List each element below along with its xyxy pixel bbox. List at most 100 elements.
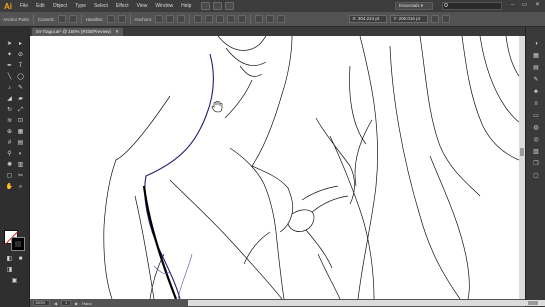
handles-label: Handles: <box>85 16 104 22</box>
stroke-icon[interactable]: ≡ <box>531 99 541 108</box>
help-search-input[interactable] <box>442 2 502 10</box>
shape-button[interactable] <box>266 15 275 23</box>
draw-mode-icon[interactable]: ◧ <box>5 255 14 263</box>
mesh-icon[interactable]: # <box>5 139 14 147</box>
sync-icon[interactable] <box>225 2 235 10</box>
artboard-number-field[interactable]: 1 <box>61 300 72 306</box>
maximize-button[interactable]: ▭ <box>520 2 529 9</box>
menu-window[interactable]: Window <box>151 3 177 9</box>
zoom-icon[interactable]: ⌕ <box>16 183 25 191</box>
symbols-icon[interactable]: ♣ <box>531 87 541 96</box>
lasso-icon[interactable]: ⊘ <box>16 51 25 59</box>
menu-type[interactable]: Type <box>71 3 90 9</box>
slice-icon[interactable]: ✂ <box>16 172 25 180</box>
screen-mode-icon[interactable]: ▣ <box>10 277 19 285</box>
swatches-icon[interactable]: ▤ <box>531 63 541 72</box>
menu-select[interactable]: Select <box>90 3 112 9</box>
bridge-icons <box>201 2 235 10</box>
type-icon[interactable]: T <box>16 62 25 70</box>
menu-effect[interactable]: Effect <box>112 3 133 9</box>
cut-path-button[interactable] <box>177 15 186 23</box>
horizontal-scrollbar[interactable] <box>188 300 545 306</box>
line-segment-icon[interactable]: ╲ <box>5 73 14 81</box>
perspective-grid-icon[interactable]: ▦ <box>16 128 25 136</box>
stroke-color-swatch[interactable] <box>11 237 25 251</box>
convert-to-corner-button[interactable] <box>57 15 66 23</box>
reference-point-button[interactable] <box>431 15 440 23</box>
draw-behind-icon[interactable]: ◨ <box>5 266 14 274</box>
selection-arrow-icon[interactable]: ➤ <box>5 40 14 48</box>
free-transform-icon[interactable]: ⊡ <box>16 117 25 125</box>
menu-edit[interactable]: Edit <box>32 3 49 9</box>
isolate-button[interactable] <box>194 15 203 23</box>
transform-button[interactable] <box>255 15 264 23</box>
shape-builder-icon[interactable]: ⊕ <box>5 128 14 136</box>
symbol-sprayer-icon[interactable]: ✺ <box>5 161 14 169</box>
blend-icon[interactable]: ◐ <box>16 150 25 158</box>
minimize-button[interactable]: – <box>508 2 517 9</box>
document-tab[interactable]: 04-Tiagui.ai* @ 150% (RGB/Preview) ✕ <box>32 28 123 36</box>
gradient-icon[interactable]: ▤ <box>16 139 25 147</box>
arrange-documents-icon[interactable] <box>213 2 223 10</box>
graphic-styles-icon[interactable]: ▧ <box>531 147 541 156</box>
align-center-button[interactable] <box>227 15 236 23</box>
artboard-prev-icon[interactable]: ◀ <box>54 301 57 306</box>
convert-to-smooth-button[interactable] <box>68 15 77 23</box>
status-bar: 150% ◀ 1 ▶ Hand <box>30 299 545 307</box>
align-button[interactable] <box>205 15 214 23</box>
pen-icon[interactable]: ✒ <box>5 62 14 70</box>
vertical-scroll-thumb[interactable] <box>520 148 524 156</box>
close-window-button[interactable]: ✕ <box>533 2 542 9</box>
artboard-canvas[interactable] <box>30 36 519 299</box>
scale-icon[interactable]: ⤢ <box>16 106 25 114</box>
artboard-next-icon[interactable]: ▶ <box>75 301 78 306</box>
blob-brush-icon[interactable]: ◢ <box>5 95 14 103</box>
show-handles-button[interactable] <box>106 15 115 23</box>
status-tool-label: Hand <box>82 300 92 306</box>
divider <box>189 14 191 24</box>
bridge-icon[interactable] <box>201 2 211 10</box>
x-coordinate-field[interactable]: X: 304.224 pt <box>349 15 388 23</box>
paintbrush-icon[interactable]: ♪ <box>5 84 14 92</box>
color-mode-icon[interactable]: ■ <box>16 255 25 263</box>
horizontal-scroll-thumb[interactable] <box>528 301 538 305</box>
direct-selection-icon[interactable]: ▸ <box>16 40 25 48</box>
symbol-button[interactable] <box>277 15 286 23</box>
appearance-icon[interactable]: ◎ <box>531 135 541 144</box>
hand-icon[interactable]: ✋ <box>5 183 14 191</box>
connect-anchors-button[interactable] <box>166 15 175 23</box>
transparency-icon[interactable]: ◍ <box>531 123 541 132</box>
pencil-icon[interactable]: ✎ <box>16 84 25 92</box>
anchors-label: Anchors: <box>134 16 153 22</box>
transform-panel-button[interactable] <box>442 15 451 23</box>
menu-file[interactable]: File <box>16 3 32 9</box>
remove-anchor-button[interactable] <box>155 15 164 23</box>
brushes-icon[interactable]: ✎ <box>531 75 541 84</box>
magic-wand-icon[interactable]: ✦ <box>5 51 14 59</box>
menu-view[interactable]: View <box>133 3 152 9</box>
close-tab-icon[interactable]: ✕ <box>115 29 119 34</box>
hand-cursor-icon <box>211 100 223 113</box>
width-icon[interactable]: ≋ <box>5 117 14 125</box>
menu-help[interactable]: Help <box>177 3 195 9</box>
artboard-icon[interactable]: ▢ <box>5 172 14 180</box>
menu-object[interactable]: Object <box>49 3 71 9</box>
ellipse-icon[interactable]: ◯ <box>16 73 25 81</box>
layers-icon[interactable]: ❐ <box>531 159 541 168</box>
hide-handles-button[interactable] <box>117 15 126 23</box>
color-panel-icon[interactable]: ◑ <box>531 39 541 48</box>
color-guide-icon[interactable]: ▦ <box>531 51 541 60</box>
eyedropper-icon[interactable]: ⚲ <box>5 150 14 158</box>
zoom-level-field[interactable]: 150% <box>33 300 50 306</box>
column-graph-icon[interactable]: ▥ <box>16 161 25 169</box>
gradient-panel-icon[interactable]: ▭ <box>531 111 541 120</box>
distribute-button[interactable] <box>216 15 225 23</box>
artboards-icon[interactable]: ▢ <box>531 171 541 180</box>
workspace-switcher[interactable]: Essentials ▾ <box>395 2 433 10</box>
align-bottom-button[interactable] <box>238 15 247 23</box>
y-coordinate-field[interactable]: Y: 200.016 pt <box>390 15 429 23</box>
document-tab-bar: 04-Tiagui.ai* @ 150% (RGB/Preview) ✕ <box>30 27 525 36</box>
rotate-icon[interactable]: ↻ <box>5 106 14 114</box>
docked-panels: ◑ ▦ ▤ ✎ ♣ ≡ ▭ ◍ ◎ ▧ ❐ ▢ <box>525 27 545 307</box>
eraser-icon[interactable]: ▰ <box>16 95 25 103</box>
